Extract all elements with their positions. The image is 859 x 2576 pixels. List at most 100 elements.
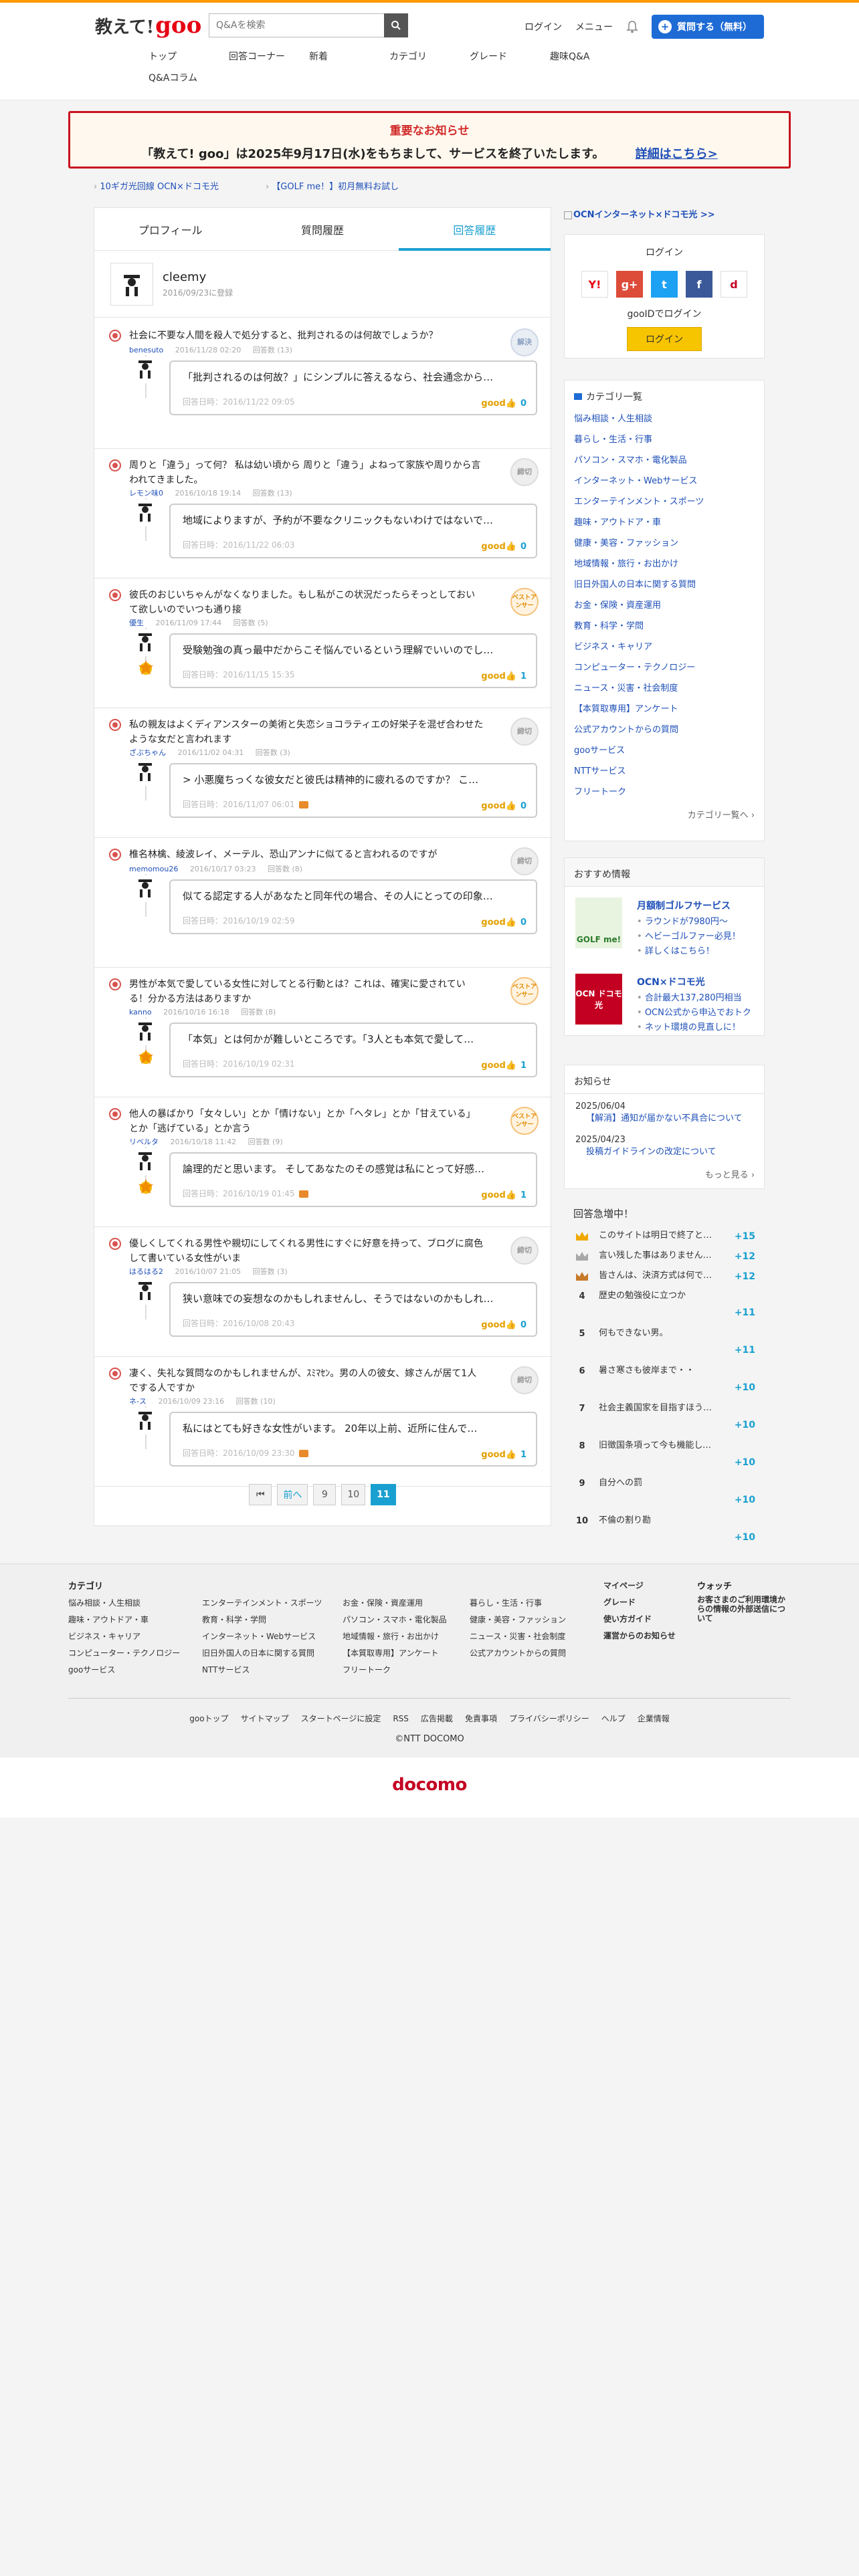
question-author[interactable]: memomou26: [129, 865, 178, 873]
site-logo[interactable]: 教えて! goo: [95, 12, 201, 39]
question-author[interactable]: ざぶちゃん: [129, 748, 166, 757]
footer-link[interactable]: パソコン・スマホ・電化製品: [343, 1612, 447, 1628]
category-link[interactable]: 地域情報・旅行・お出かけ: [574, 554, 755, 574]
ocn-banner[interactable]: OCNインターネット×ドコモ光 >>: [564, 207, 765, 220]
category-link[interactable]: 教育・科学・学問: [574, 616, 755, 637]
category-link[interactable]: 旧日外国人の日本に関する質問: [574, 574, 755, 595]
footer-link[interactable]: NTTサービス: [202, 1662, 322, 1679]
footer-link[interactable]: 教育・科学・学問: [202, 1612, 322, 1628]
ranking-item[interactable]: このサイトは明日で終了という… +15: [564, 1226, 765, 1246]
footer-link[interactable]: フリートーク: [343, 1662, 447, 1679]
question-author[interactable]: レモン味0: [129, 489, 163, 498]
footer-link[interactable]: 運営からのお知らせ: [603, 1628, 676, 1644]
promo-link-ocn[interactable]: 10ギガ光回線 OCN×ドコモ光: [94, 179, 219, 192]
category-link[interactable]: gooサービス: [574, 740, 755, 761]
footer-bottom-link[interactable]: ヘルプ: [601, 1714, 626, 1723]
question-author[interactable]: benesuto: [129, 346, 163, 354]
footer-link[interactable]: ニュース・災害・社会制度: [470, 1628, 566, 1645]
page-11-current[interactable]: 11: [371, 1484, 396, 1505]
ranking-item[interactable]: 皆さんは、決済方式は何でしょ… +12: [564, 1266, 765, 1286]
recommend-point[interactable]: ラウンドが7980円〜: [637, 915, 741, 930]
category-link[interactable]: ニュース・災害・社会制度: [574, 678, 755, 699]
question-author[interactable]: リベルタ: [129, 1138, 159, 1146]
footer-bottom-link[interactable]: スタートページに設定: [301, 1714, 381, 1723]
footer-link[interactable]: 暮らし・生活・行事: [470, 1595, 566, 1612]
category-link[interactable]: 暮らし・生活・行事: [574, 429, 755, 450]
menu-link[interactable]: メニュー: [575, 20, 613, 33]
facebook-icon[interactable]: f: [686, 271, 712, 298]
notice-details-link[interactable]: 詳細はこちら>: [636, 147, 718, 161]
news-text[interactable]: 【解消】通知が届かない不具合について: [575, 1113, 753, 1125]
footer-bottom-link[interactable]: サイトマップ: [241, 1714, 289, 1723]
nav-hobby-qa[interactable]: 趣味Q&A: [550, 49, 630, 63]
news-text[interactable]: 投稿ガイドラインの改定について: [575, 1146, 753, 1158]
tab-answer-history[interactable]: 回答履歴: [398, 208, 551, 251]
footer-link[interactable]: エンターテインメント・スポーツ: [202, 1595, 322, 1612]
recommend-title-golf[interactable]: 月額制ゴルフサービス: [637, 899, 731, 912]
footer-link[interactable]: 使い方ガイド: [603, 1611, 676, 1628]
question-title[interactable]: 凄く、失礼な質問なのかもしれませんが、ｽﾐﾏｾﾝ。男の人の彼女、嫁さんが居て1人…: [129, 1366, 484, 1396]
footer-link[interactable]: 【本質取専用】アンケート: [343, 1645, 447, 1662]
ranking-item[interactable]: 4 歴史の勉強役に立つか +11: [564, 1286, 765, 1323]
ask-question-button[interactable]: + 質問する（無料）: [652, 15, 764, 39]
recommend-point[interactable]: ネット環境の見直しに！: [637, 1021, 751, 1035]
question-author[interactable]: ネ-ス: [129, 1397, 147, 1406]
news-item[interactable]: 2025/04/23 投稿ガイドラインの改定について: [565, 1132, 764, 1161]
recommend-point[interactable]: OCN公式から申込でおトク: [637, 1006, 751, 1021]
category-link[interactable]: フリートーク: [574, 782, 755, 802]
question-author[interactable]: kanno: [129, 1008, 152, 1016]
category-link[interactable]: お金・保険・資産運用: [574, 595, 755, 616]
news-more-link[interactable]: もっと見る ›: [565, 1168, 764, 1180]
answer-card[interactable]: 「批判されるのは何故？」にシンプルに答えるなら、社会通念から… 回答日時：201…: [169, 360, 537, 415]
answer-card[interactable]: 狭い意味での妄想なのかもしれませんし、そうではないのかもしれ… 回答日時：201…: [169, 1282, 537, 1337]
category-link[interactable]: ビジネス・キャリア: [574, 637, 755, 657]
category-link[interactable]: コンピューター・テクノロジー: [574, 657, 755, 678]
footer-link[interactable]: 趣味・アウトドア・車: [68, 1612, 180, 1628]
avatar[interactable]: [110, 262, 153, 306]
news-item[interactable]: 2025/06/04 【解消】通知が届かない不具合について: [565, 1098, 764, 1128]
footer-bottom-link[interactable]: 免責事項: [465, 1714, 497, 1723]
search-input[interactable]: [209, 13, 384, 37]
category-link[interactable]: パソコン・スマホ・電化製品: [574, 450, 755, 471]
footer-link[interactable]: 旧日外国人の日本に関する質問: [202, 1645, 322, 1662]
category-link[interactable]: 趣味・アウトドア・車: [574, 512, 755, 533]
footer-bottom-link[interactable]: プライバシーポリシー: [509, 1714, 589, 1723]
login-link[interactable]: ログイン: [524, 20, 562, 33]
category-link[interactable]: 公式アカウントからの質問: [574, 720, 755, 740]
ranking-item[interactable]: 9 自分への罰 +10: [564, 1473, 765, 1511]
ranking-item[interactable]: 8 旧徴国条項って今も機能してる… +10: [564, 1436, 765, 1473]
search-button[interactable]: [384, 13, 408, 37]
category-link[interactable]: 悩み相談・人生相談: [574, 409, 755, 429]
answer-card[interactable]: 論理的だと思います。 そしてあなたのその感覚は私にとって好感… 回答日時：201…: [169, 1152, 537, 1207]
ranking-item[interactable]: 言い残した事はありませんか？ +12: [564, 1246, 765, 1266]
page-first-button[interactable]: ⏮: [249, 1484, 272, 1505]
goo-login-button[interactable]: ログイン: [627, 327, 702, 351]
recommend-point[interactable]: 合計最大137,280円相当: [637, 991, 751, 1006]
twitter-icon[interactable]: t: [651, 271, 678, 298]
footer-link[interactable]: マイページ: [603, 1578, 676, 1594]
category-link[interactable]: 健康・美容・ファッション: [574, 533, 755, 554]
answer-card[interactable]: 似てる認定する人があなたと同年代の場合、その人にとっての印象… 回答日時：201…: [169, 879, 537, 934]
category-more-link[interactable]: カテゴリー覧へ ›: [565, 808, 764, 821]
question-title[interactable]: 周りと「違う」って何？ 私は幼い頃から 周りと「違う」よねって家族や周りから言わ…: [129, 458, 484, 488]
nav-top[interactable]: トップ: [149, 49, 229, 63]
recommend-item[interactable]: GOLF me! 月額制ゴルフサービス ラウンドが7980円〜 ヘビーゴルファー…: [565, 892, 764, 959]
category-link[interactable]: 【本質取専用】アンケート: [574, 699, 755, 720]
category-link[interactable]: NTTサービス: [574, 761, 755, 782]
ranking-item[interactable]: 7 社会主義国家を目指すほうがい… +10: [564, 1398, 765, 1436]
ranking-item[interactable]: 5 何もできない男。 +11: [564, 1323, 765, 1361]
footer-link[interactable]: 悩み相談・人生相談: [68, 1595, 180, 1612]
recommend-title-ocn[interactable]: OCN×ドコモ光: [637, 975, 705, 988]
nav-answer-corner[interactable]: 回答コーナー: [229, 49, 309, 63]
ranking-item[interactable]: 6 暑さ寒さも彼岸まで・・ +10: [564, 1361, 765, 1398]
bell-icon[interactable]: [626, 20, 638, 33]
ranking-item[interactable]: 10 不倫の割り勘 +10: [564, 1511, 765, 1548]
footer-link[interactable]: ビジネス・キャリア: [68, 1628, 180, 1645]
footer-link[interactable]: gooサービス: [68, 1662, 180, 1679]
recommend-point[interactable]: ヘビーゴルファー必見！: [637, 930, 741, 944]
footer-link[interactable]: お金・保険・資産運用: [343, 1595, 447, 1612]
page-9[interactable]: 9: [313, 1484, 337, 1505]
docomo-icon[interactable]: d: [721, 271, 747, 298]
footer-link[interactable]: 地域情報・旅行・お出かけ: [343, 1628, 447, 1645]
nav-new[interactable]: 新着: [309, 49, 389, 63]
